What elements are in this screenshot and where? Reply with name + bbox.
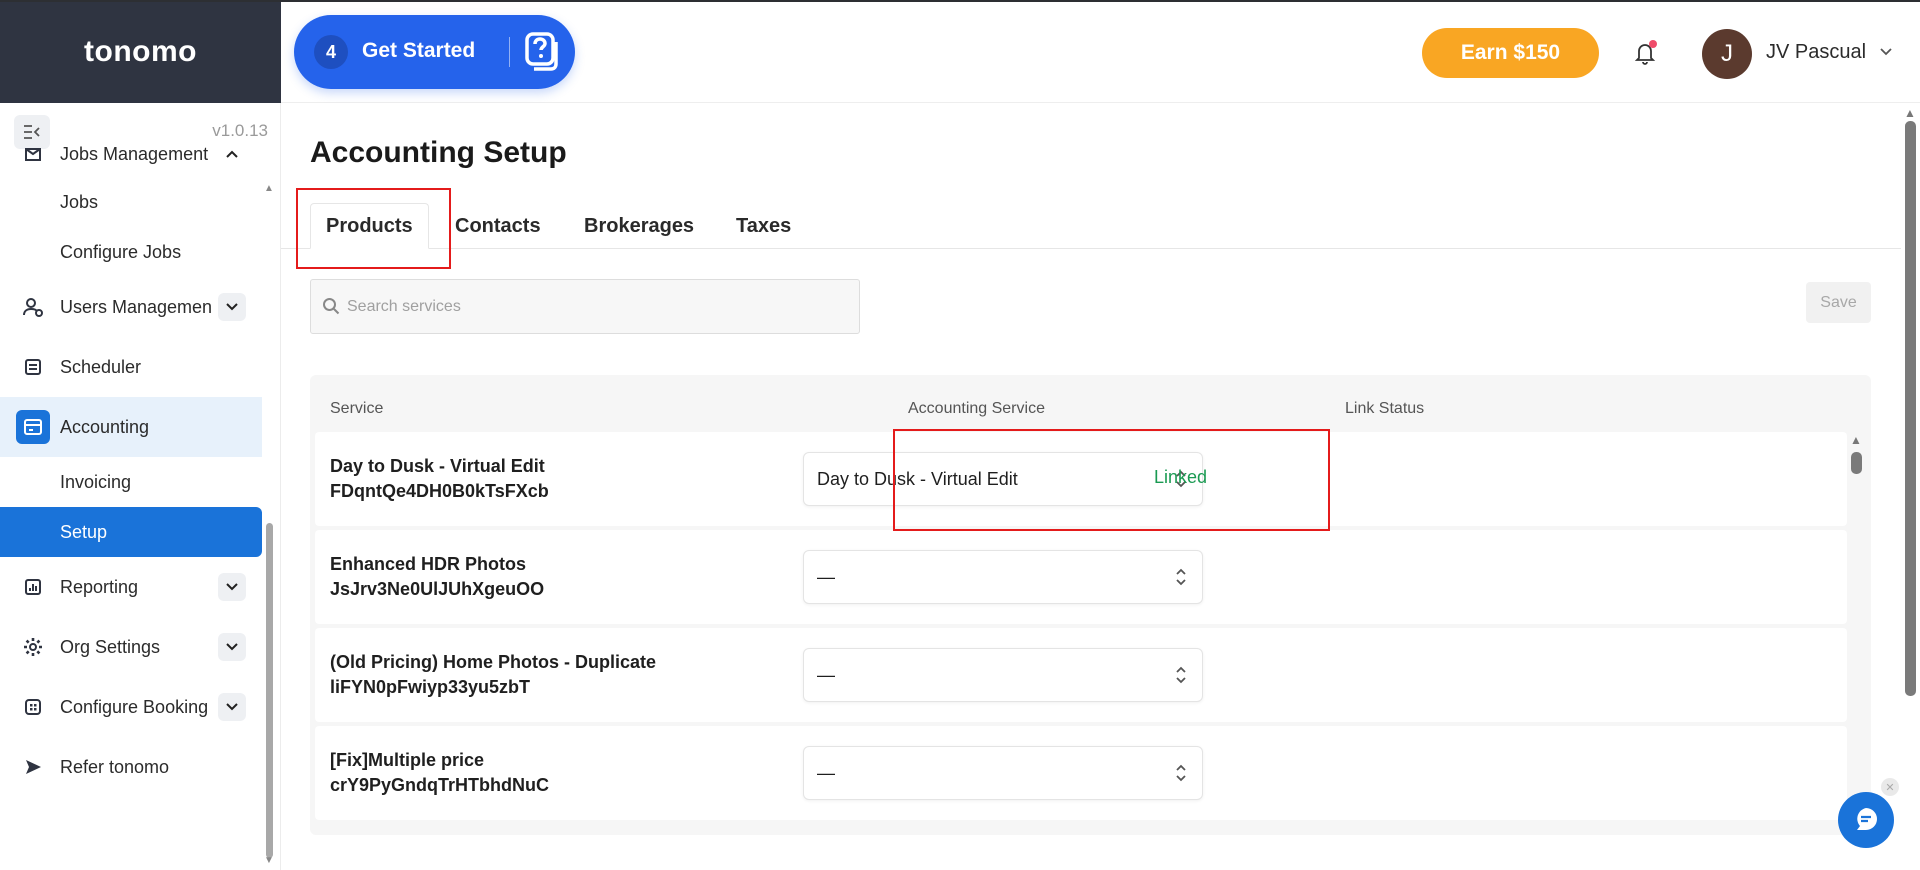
search-box [310,279,860,334]
service-id: JsJrv3Ne0UlJUhXgeuOO [330,579,545,599]
chat-button[interactable] [1838,792,1894,848]
select-value: — [817,665,835,685]
sidebar-item-scheduler[interactable]: Scheduler [0,337,262,397]
service-name: Day to Dusk - Virtual Edit [330,456,545,476]
sidebar-item-label: Refer tonomo [60,756,170,777]
top-header: 4 Get Started Earn $150 J JV Pascual [281,2,1920,103]
accounting-service-select[interactable]: — [803,550,1203,604]
scheduler-icon [22,356,44,378]
sidebar-item-setup[interactable]: Setup [0,507,262,557]
sidebar-item-invoicing[interactable]: Invoicing [0,457,262,507]
reporting-icon [22,576,44,598]
chevron-down-icon[interactable] [1879,44,1893,60]
sidebar-nav: Jobs Management Jobs Configure Jobs User… [0,131,262,797]
sidebar-item-users-management[interactable]: Users Managemen [0,277,262,337]
sidebar-scroll-down-icon[interactable]: ▼ [264,855,274,866]
column-header-accounting-service: Accounting Service [908,400,1045,417]
column-header-link-status: Link Status [1345,400,1425,417]
sidebar-item-refer-tonomo[interactable]: Refer tonomo [0,737,262,797]
sidebar-item-label: Setup [60,521,108,542]
get-started-label: Get Started [362,39,476,62]
gear-icon [22,636,44,658]
service-id: liFYN0pFwiyp33yu5zbT [330,677,531,697]
page-scroll-up-icon[interactable]: ▲ [1904,106,1916,120]
sidebar-item-org-settings[interactable]: Org Settings [0,617,262,677]
logo-bar: tonomo [0,0,281,103]
get-started-button[interactable]: 4 Get Started [294,15,575,89]
save-button[interactable]: Save [1806,282,1871,323]
sidebar-item-label: Org Settings [60,636,161,657]
select-value: — [817,763,835,783]
sidebar-scrollbar[interactable] [266,523,273,858]
page-title: Accounting Setup [310,136,567,169]
close-icon[interactable]: ✕ [1881,778,1899,796]
table-scroll-up-icon[interactable]: ▲ [1850,433,1862,447]
chevron-up-icon[interactable] [218,140,246,168]
sidebar-item-label: Accounting [60,416,150,437]
up-down-chevron-icon [1174,663,1188,687]
accounting-service-select[interactable]: — [803,648,1203,702]
highlight-box-products-tab [296,188,451,269]
sidebar-item-accounting[interactable]: Accounting [0,397,262,457]
tab-taxes[interactable]: Taxes [736,203,791,249]
sidebar-item-jobs[interactable]: Jobs [0,177,262,227]
avatar[interactable]: J [1702,29,1752,79]
chevron-down-icon[interactable] [218,693,246,721]
service-id: FDqntQe4DH0B0kTsFXcb [330,481,549,501]
notification-dot [1649,40,1657,48]
help-icon [524,32,562,72]
users-icon [22,296,44,318]
chevron-down-icon[interactable] [218,633,246,661]
send-icon [22,756,44,778]
sidebar-item-jobs-management[interactable]: Jobs Management [0,131,262,177]
chevron-down-icon[interactable] [218,573,246,601]
service-name: [Fix]Multiple price [330,750,485,770]
sidebar: v1.0.13 Jobs Management Jobs Configure J… [0,103,281,870]
logo[interactable]: tonomo [84,35,197,69]
table-row: [Fix]Multiple price crY9PyGndqTrHTbhdNuC… [315,726,1847,820]
chat-icon [1857,808,1877,830]
sidebar-item-configure-jobs[interactable]: Configure Jobs [0,227,262,277]
main-content: Accounting Setup Products Contacts Broke… [281,103,1901,870]
up-down-chevron-icon [1174,565,1188,589]
booking-icon [22,696,44,718]
search-icon [322,297,340,315]
select-value: — [817,567,835,587]
table-row: (Old Pricing) Home Photos - Duplicate li… [315,628,1847,722]
get-started-count-badge: 4 [314,35,348,69]
tab-brokerages[interactable]: Brokerages [584,203,694,249]
sidebar-item-label: Scheduler [60,356,142,377]
chevron-down-icon[interactable] [218,293,246,321]
search-input[interactable] [347,280,852,333]
table-scrollbar[interactable] [1851,452,1862,474]
sidebar-item-label: Users Managemen [60,296,213,317]
service-id: crY9PyGndqTrHTbhdNuC [330,775,550,795]
column-header-service: Service [330,400,384,417]
jobs-icon [22,143,44,165]
sidebar-item-label: Jobs Management [60,143,209,164]
sidebar-item-label: Reporting [60,576,139,597]
sidebar-item-label: Invoicing [60,471,132,492]
service-name: Enhanced HDR Photos [330,554,527,574]
sidebar-item-configure-booking[interactable]: Configure Booking [0,677,262,737]
accounting-icon [16,410,50,444]
page-scrollbar[interactable] [1905,121,1916,696]
top-border [0,0,1920,2]
user-name[interactable]: JV Pascual [1766,41,1866,64]
sidebar-item-label: Configure Booking [60,696,209,717]
accounting-service-select[interactable]: — [803,746,1203,800]
sidebar-scroll-up-icon[interactable]: ▲ [264,183,274,194]
sidebar-item-label: Jobs [60,191,99,212]
sidebar-item-reporting[interactable]: Reporting [0,557,262,617]
table-row: Enhanced HDR Photos JsJrv3Ne0UlJUhXgeuOO… [315,530,1847,624]
sidebar-item-label: Configure Jobs [60,241,182,262]
divider [509,37,510,67]
service-name: (Old Pricing) Home Photos - Duplicate [330,652,657,672]
earn-referral-button[interactable]: Earn $150 [1422,28,1599,78]
up-down-chevron-icon [1174,761,1188,785]
tab-contacts[interactable]: Contacts [455,203,541,249]
highlight-box-accounting-select [893,429,1330,531]
